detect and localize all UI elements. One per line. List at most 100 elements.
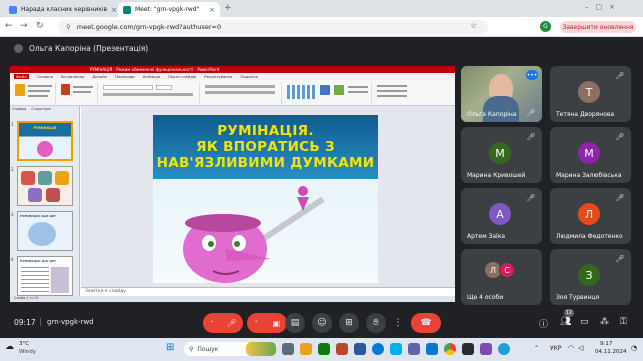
chrome-icon[interactable]: [444, 343, 456, 355]
slide-thumbnail[interactable]: РУМІНАЦІЯ: ЩО ЦЕ?: [17, 256, 73, 296]
participant-avatar: С: [499, 262, 515, 278]
thumb-tab-slides[interactable]: Слайды: [12, 107, 26, 111]
wifi-icon[interactable]: ◠: [568, 344, 574, 352]
url-text: meet.google.com/grn-vpgk-rwd?authuser=0: [76, 23, 222, 31]
ribbon-group-editing: [374, 82, 452, 104]
thumb-tab-outline[interactable]: Структура: [31, 107, 50, 111]
participant-tile[interactable]: М Марина Залюбівська 🎤︎: [550, 127, 631, 183]
participant-tile[interactable]: М Марина Кривошей 🎤︎: [461, 127, 542, 183]
language-indicator[interactable]: УКР: [550, 345, 562, 352]
tab-title: Meet: "grn-vpgk-rwd": [135, 6, 200, 13]
thumb-pane-tabs: Слайды Структура: [12, 107, 51, 111]
update-button[interactable]: Завершити оновлення: [560, 21, 636, 33]
slide-thumbnail[interactable]: РУМІНАЦІЯ: [17, 121, 73, 161]
close-icon[interactable]: ×: [209, 6, 215, 14]
skype-icon[interactable]: [390, 343, 402, 355]
camera-button[interactable]: ⌃ ▣: [247, 313, 287, 333]
raise-hand-button[interactable]: ✋︎: [366, 313, 386, 333]
paste-icon[interactable]: [15, 84, 25, 96]
mic-off-icon: 🎤︎: [526, 133, 536, 141]
word-icon[interactable]: [354, 343, 366, 355]
ppt-tab[interactable]: Анімація: [143, 74, 160, 79]
browser-tab-inactive[interactable]: Нарада класних керівників ×: [4, 2, 116, 17]
url-bar[interactable]: ⚲ meet.google.com/grn-vpgk-rwd?authuser=…: [58, 20, 488, 34]
window-controls[interactable]: –□×: [585, 3, 622, 11]
forward-icon[interactable]: →: [20, 21, 28, 31]
start-icon[interactable]: ⊞: [166, 342, 174, 353]
browser-tab-active[interactable]: Meet: "grn-vpgk-rwd" ×: [118, 2, 220, 17]
ppt-tab[interactable]: Файл: [14, 74, 29, 79]
site-info-icon[interactable]: ⚲: [66, 23, 71, 31]
participant-tile-group[interactable]: Л С Ще 4 особи: [461, 249, 542, 305]
quick-styles-icon[interactable]: [334, 85, 344, 95]
chevron-up-icon[interactable]: ⌃: [209, 320, 214, 327]
clock-time[interactable]: 9:17: [600, 341, 612, 347]
participant-name: Зоя Турвинця: [556, 294, 600, 301]
ppt-tab[interactable]: Показ слайдів: [168, 74, 196, 79]
new-slide-icon[interactable]: [61, 84, 70, 95]
host-controls-icon[interactable]: ⚿: [620, 317, 627, 327]
leave-call-button[interactable]: ☎︎: [411, 313, 441, 333]
people-icon[interactable]: 👥︎: [560, 317, 571, 327]
notifications-icon[interactable]: ◔: [631, 344, 637, 352]
ribbon-group-slides: [58, 82, 98, 104]
viber-icon[interactable]: [480, 343, 492, 355]
volume-icon[interactable]: ◁: [578, 344, 583, 352]
ppt-tab[interactable]: Вставлення: [61, 74, 84, 79]
participant-avatar: М: [489, 142, 511, 164]
meeting-time: 09:17: [14, 318, 36, 327]
tab-title: Нарада класних керівників: [21, 6, 108, 13]
slide-thumbnails-pane: Слайды Структура 1 РУМІНАЦІЯ 2 3 РУМІНАЦ…: [10, 106, 80, 296]
chat-icon[interactable]: ▭: [580, 317, 589, 327]
powerpoint-icon[interactable]: [336, 343, 348, 355]
participant-tile-video[interactable]: ••• Ольга Капоріна 🎤︎: [461, 66, 542, 122]
new-tab-button[interactable]: +: [224, 3, 232, 13]
slide-thumbnail[interactable]: [17, 166, 73, 206]
telegram-icon[interactable]: [498, 343, 510, 355]
participant-name: Артем Заїка: [467, 233, 506, 240]
teams-icon[interactable]: [408, 343, 420, 355]
chevron-up-icon[interactable]: ⌃: [254, 320, 259, 327]
ppt-tab[interactable]: Переходи: [115, 74, 135, 79]
ppt-tab[interactable]: Головна: [37, 74, 53, 79]
mic-off-icon: 🎤︎: [226, 318, 237, 328]
slide-thumbnail[interactable]: РУМІНАЦІЯ: ЩО ЦЕ?: [17, 211, 73, 251]
participant-tile[interactable]: Л Людмила Федотенко 🎤︎: [550, 188, 631, 244]
captions-button[interactable]: ▤: [285, 313, 305, 333]
ppt-tab[interactable]: Дизайн: [92, 74, 107, 79]
clock-date[interactable]: 04.11.2024: [595, 349, 627, 355]
close-icon[interactable]: ×: [111, 6, 116, 14]
participant-name: Тетяна Дворянова: [556, 111, 615, 118]
present-button[interactable]: ⊞: [339, 313, 359, 333]
search-placeholder: Пошук: [197, 345, 219, 353]
notes-pane[interactable]: Замітки к слайду: [81, 287, 455, 296]
participant-tile[interactable]: А Артем Заїка 🎤︎: [461, 188, 542, 244]
participant-tile[interactable]: З Зоя Турвинця 🎤︎: [550, 249, 631, 305]
more-options-button[interactable]: ⋮: [391, 313, 405, 333]
profile-avatar[interactable]: G: [540, 21, 551, 32]
edge-icon[interactable]: [372, 343, 384, 355]
slide-title: РУМІНАЦІЯ. ЯК ВПОРАТИСЬ З НАВ'ЯЗЛИВИМИ Д…: [153, 115, 378, 179]
file-explorer-icon[interactable]: [300, 343, 312, 355]
arrange-icon[interactable]: [320, 85, 330, 95]
participant-tile[interactable]: Т Тетяна Дворянова 🎤︎: [550, 66, 631, 122]
thumb-number: 2: [11, 167, 14, 172]
weather-icon[interactable]: ☁︎: [5, 342, 14, 352]
info-icon[interactable]: ⓘ: [539, 317, 548, 330]
reload-icon[interactable]: ↻: [36, 21, 44, 31]
microphone-button[interactable]: ⌃ 🎤︎: [203, 313, 243, 333]
captions-icon: ▤: [290, 318, 300, 328]
bookmark-star-icon[interactable]: ☆: [470, 21, 477, 30]
ppt-tab[interactable]: Рецензування: [204, 74, 232, 79]
current-slide: РУМІНАЦІЯ. ЯК ВПОРАТИСЬ З НАВ'ЯЗЛИВИМИ Д…: [153, 115, 378, 283]
excel-icon[interactable]: [318, 343, 330, 355]
task-view-icon[interactable]: [282, 343, 294, 355]
reactions-button[interactable]: ☺: [312, 313, 332, 333]
store-icon[interactable]: [426, 343, 438, 355]
activities-icon[interactable]: ⁂: [600, 317, 609, 327]
tray-chevron-icon[interactable]: ⌃: [534, 345, 539, 352]
back-icon[interactable]: ←: [5, 21, 13, 31]
ppt-tab[interactable]: Подання: [240, 74, 257, 79]
shapes-gallery[interactable]: [287, 85, 315, 99]
app-icon[interactable]: [462, 343, 474, 355]
